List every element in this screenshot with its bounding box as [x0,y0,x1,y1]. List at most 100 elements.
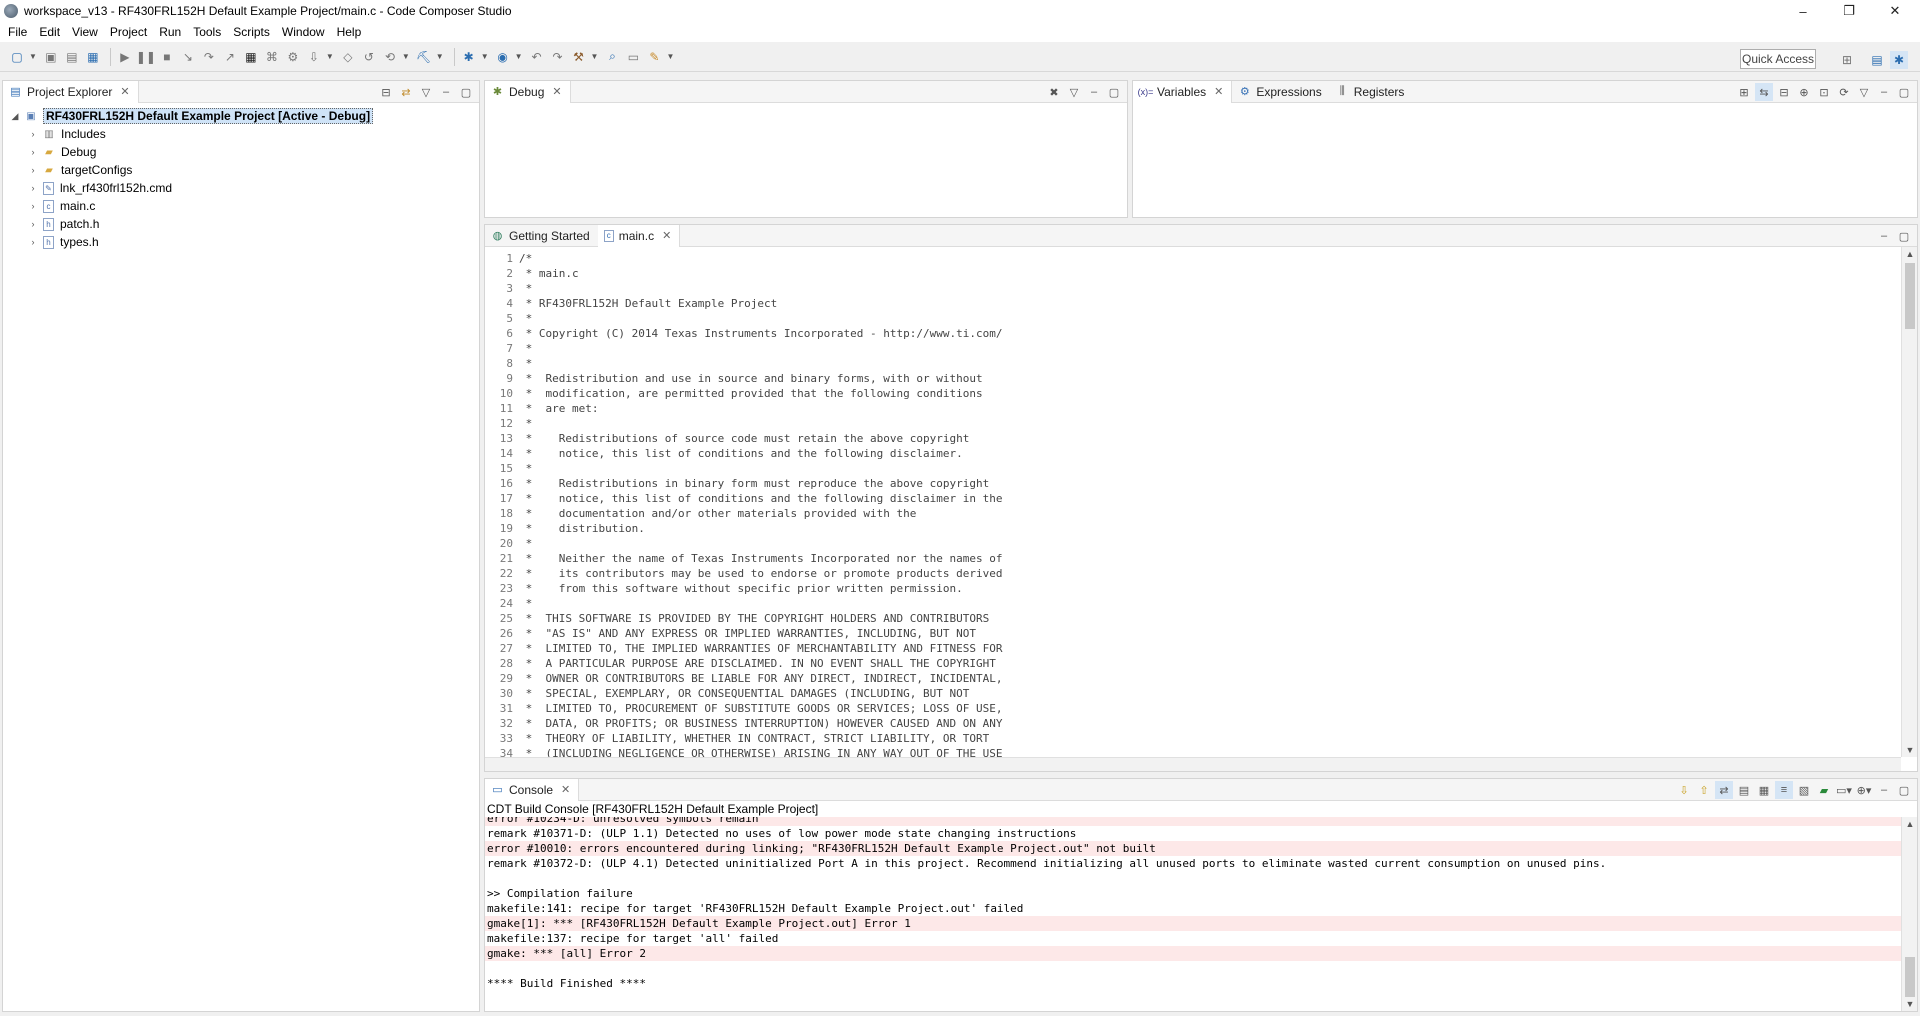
console-vertical-scrollbar[interactable]: ▲ ▼ [1901,817,1917,1011]
launch-icon[interactable]: ✎ [645,48,663,66]
save-icon[interactable]: ▣ [42,48,60,66]
editor-vertical-scrollbar[interactable]: ▲ ▼ [1901,247,1917,757]
code-line[interactable]: 15 * [485,461,533,476]
tree-item-main-c[interactable]: › c main.c [27,197,96,215]
memory-grid-icon[interactable]: ▦ [242,48,260,66]
step-return-icon[interactable]: ↗ [221,48,239,66]
close-window-button[interactable]: ✕ [1872,0,1918,22]
editor-horizontal-scrollbar[interactable] [485,757,1901,771]
code-line[interactable]: 20 * [485,536,533,551]
scroll-thumb[interactable] [1905,957,1915,997]
maximize-view-icon[interactable]: ▢ [1895,83,1913,101]
code-line[interactable]: 17 * notice, this list of conditions and… [485,491,1003,506]
suspend-icon[interactable]: ❚❚ [136,48,156,66]
scroll-thumb[interactable] [1905,263,1915,329]
menu-file[interactable]: File [4,25,35,39]
tab-expressions[interactable]: ⚙ Expressions [1232,81,1329,103]
chevron-right-icon[interactable]: › [27,165,39,175]
chevron-right-icon[interactable]: › [27,237,39,247]
chevron-right-icon[interactable]: › [27,147,39,157]
code-line[interactable]: 18 * documentation and/or other material… [485,506,917,521]
menu-run[interactable]: Run [155,25,189,39]
menu-project[interactable]: Project [106,25,155,39]
code-line[interactable]: 33 * THEORY OF LIABILITY, WHETHER IN CON… [485,731,989,746]
step-over-icon[interactable]: ↷ [200,48,218,66]
close-icon[interactable]: ✕ [561,783,570,796]
tab-variables[interactable]: (x)= Variables ✕ [1133,80,1233,103]
menu-scripts[interactable]: Scripts [229,25,278,39]
minimize-view-icon[interactable]: – [437,83,455,101]
code-line[interactable]: 13 * Redistributions of source code must… [485,431,970,446]
copy-build-log-icon[interactable]: ▤ [1735,781,1753,799]
link-editor-icon[interactable]: ⇄ [397,83,415,101]
tree-project-root[interactable]: ◢ ▣ RF430FRL152H Default Example Project… [9,107,374,125]
code-line[interactable]: 21 * Neither the name of Texas Instrumen… [485,551,1003,566]
tree-item-debug[interactable]: › ▰ Debug [27,143,97,161]
collapse-all-icon[interactable]: ⊟ [377,83,395,101]
pin-icon[interactable]: ⊡ [1815,83,1833,101]
code-editor[interactable]: 1/* 2 * main.c 3 * 4 * RF430FRL152H Default… [485,247,1917,771]
resume-icon[interactable]: ▶ [116,48,134,66]
code-line[interactable]: 28 * A PARTICULAR PURPOSE ARE DISCLAIMED… [485,656,996,671]
code-line[interactable]: 5 * [485,311,532,326]
code-line[interactable]: 14 * notice, this list of conditions and… [485,446,963,461]
tree-item-cmd[interactable]: › ✎ lnk_rf430frl152h.cmd [27,179,173,197]
save-all-icon[interactable]: ▤ [63,48,81,66]
tools-icon[interactable]: ⚙ [284,48,302,66]
maximize-view-icon[interactable]: ▢ [1895,781,1913,799]
terminate-icon[interactable]: ■ [158,48,176,66]
word-wrap-icon[interactable]: ▧ [1795,781,1813,799]
close-icon[interactable]: ✕ [120,85,129,98]
forward-icon[interactable]: ↷ [549,48,567,66]
restore-button[interactable]: ❐ [1826,0,1872,22]
code-line[interactable]: 19 * distribution. [485,521,645,536]
collapse-all-icon[interactable]: ⊟ [1775,83,1793,101]
scroll-lock-icon[interactable]: ≡ [1775,781,1793,799]
tab-debug[interactable]: ✱ Debug ✕ [485,80,571,103]
menu-tools[interactable]: Tools [189,25,229,39]
close-icon[interactable]: ✕ [552,85,561,98]
ccs-edit-perspective-icon[interactable]: ▤ [1868,51,1886,69]
code-line[interactable]: 31 * LIMITED TO, PROCUREMENT OF SUBSTITU… [485,701,1003,716]
chevron-down-icon[interactable]: ◢ [9,111,21,122]
chevron-right-icon[interactable]: › [27,129,39,139]
new-view-icon[interactable]: ⊕ [1795,83,1813,101]
code-line[interactable]: 24 * [485,596,533,611]
menu-view[interactable]: View [68,25,106,39]
view-menu-icon[interactable]: ▽ [1855,83,1873,101]
back-icon[interactable]: ↶ [528,48,546,66]
chevron-right-icon[interactable]: › [27,183,39,193]
code-line[interactable]: 4 * RF430FRL152H Default Example Project [485,296,777,311]
code-line[interactable]: 9 * Redistribution and use in source and… [485,371,982,386]
open-console-icon[interactable]: ⊕▾ [1855,781,1873,799]
tab-project-explorer[interactable]: ▤ Project Explorer ✕ [3,80,139,103]
minimize-view-icon[interactable]: – [1875,227,1893,245]
code-line[interactable]: 32 * DATA, OR PROFITS; OR BUSINESS INTER… [485,716,1003,731]
scroll-up-icon[interactable]: ▲ [1902,817,1918,831]
tree-item-patch-h[interactable]: › h patch.h [27,215,100,233]
pin-console-icon[interactable]: ▰ [1815,781,1833,799]
previous-error-icon[interactable]: ⇧ [1695,781,1713,799]
menu-help[interactable]: Help [333,25,370,39]
code-line[interactable]: 6 * Copyright (C) 2014 Texas Instruments… [485,326,1002,341]
open-perspective-icon[interactable]: ⊞ [1838,51,1856,69]
refresh-icon[interactable]: ⟳ [1835,83,1853,101]
code-line[interactable]: 7 * [485,341,532,356]
tab-getting-started[interactable]: ◍ Getting Started [485,225,598,247]
open-console-icon[interactable]: ▭ [624,48,642,66]
tree-item-includes[interactable]: › ▥ Includes [27,125,106,143]
new-icon[interactable]: ▢ [8,48,26,66]
display-console-icon[interactable]: ▭▾ [1835,781,1853,799]
minimize-view-icon[interactable]: – [1875,83,1893,101]
tab-main-c[interactable]: c main.c ✕ [597,224,681,247]
remove-terminated-icon[interactable]: ✖ [1045,83,1063,101]
maximize-view-icon[interactable]: ▢ [457,83,475,101]
show-console-icon[interactable]: ⇄ [1715,781,1733,799]
tree-item-targetconfigs[interactable]: › ▰ targetConfigs [27,161,133,179]
code-line[interactable]: 22 * its contributors may be used to end… [485,566,1003,581]
step-into-icon[interactable]: ↘ [179,48,197,66]
show-type-names-icon[interactable]: ⊞ [1735,83,1753,101]
tab-registers[interactable]: ⫼ Registers [1330,81,1413,103]
debug-view-icon[interactable]: ▦ [84,48,102,66]
code-line[interactable]: 30 * SPECIAL, EXEMPLARY, OR CONSEQUENTIA… [485,686,970,701]
